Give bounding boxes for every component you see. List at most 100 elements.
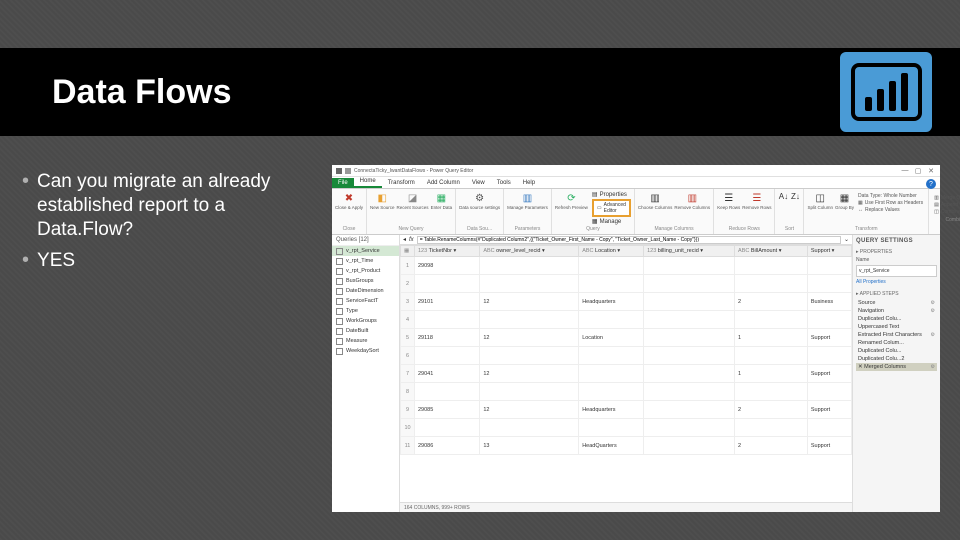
cell[interactable] [480, 347, 579, 365]
cell[interactable]: 1 [735, 329, 808, 347]
cell[interactable] [415, 347, 480, 365]
cell[interactable] [644, 437, 735, 455]
applied-step[interactable]: Duplicated Colu... [856, 347, 937, 355]
cell[interactable]: 2 [735, 293, 808, 311]
cell[interactable] [644, 347, 735, 365]
replace-values-button[interactable]: ↔Replace Values [858, 207, 923, 213]
column-header[interactable]: ABC owner_level_recid ▾ [480, 246, 579, 257]
group-by-button[interactable]: ▦Group By [835, 191, 854, 211]
query-item[interactable]: WorkGroups [332, 316, 399, 326]
sort-asc-button[interactable]: A↓ [778, 191, 788, 201]
applied-step[interactable]: Duplicated Colu... [856, 315, 937, 323]
save-icon[interactable] [345, 168, 351, 174]
cell[interactable] [735, 311, 808, 329]
cell[interactable]: Headquarters [579, 293, 644, 311]
all-properties-link[interactable]: All Properties [856, 279, 937, 285]
applied-step[interactable]: Duplicated Colu...2 [856, 355, 937, 363]
table-row[interactable]: 4 [401, 311, 852, 329]
cell[interactable] [415, 275, 480, 293]
applied-step[interactable]: ✕ Merged Columns⚙ [856, 363, 937, 371]
cell[interactable]: Support [807, 365, 851, 383]
applied-step[interactable]: Renamed Colum... [856, 339, 937, 347]
cell[interactable] [644, 383, 735, 401]
cell[interactable] [579, 365, 644, 383]
cell[interactable] [644, 329, 735, 347]
cell[interactable] [480, 311, 579, 329]
help-button[interactable]: ? [926, 179, 936, 189]
cell[interactable]: Support [807, 437, 851, 455]
combine-files-button[interactable]: ◫Combine Files [934, 209, 960, 215]
cell[interactable]: 12 [480, 401, 579, 419]
append-queries-button[interactable]: ▤Append Queries [934, 202, 960, 208]
cell[interactable] [807, 257, 851, 275]
table-row[interactable]: 52911812Location1Support [401, 329, 852, 347]
cell[interactable]: 12 [480, 365, 579, 383]
query-item[interactable]: BusGroups [332, 276, 399, 286]
gear-icon[interactable]: ⚙ [931, 300, 935, 306]
cell[interactable]: 2 [735, 437, 808, 455]
query-item[interactable]: v_rpt_Service [332, 246, 399, 256]
close-button[interactable]: ✕ [926, 167, 936, 175]
merge-queries-button[interactable]: ▥Merge Queries [934, 195, 960, 201]
cell[interactable]: 29098 [415, 257, 480, 275]
applied-step[interactable]: Navigation⚙ [856, 307, 937, 315]
cell[interactable]: Headquarters [579, 401, 644, 419]
applied-step[interactable]: Uppercased Text [856, 323, 937, 331]
cell[interactable]: Location [579, 329, 644, 347]
close-apply-button[interactable]: ✖Close & Apply [335, 191, 363, 211]
cell[interactable] [480, 275, 579, 293]
cell[interactable] [735, 347, 808, 365]
cell[interactable] [735, 383, 808, 401]
refresh-preview-button[interactable]: ⟳Refresh Preview [555, 191, 588, 211]
tools-tab[interactable]: Tools [491, 178, 517, 188]
gear-icon[interactable]: ⚙ [931, 364, 935, 370]
remove-rows-button[interactable]: ☰Remove Rows [742, 191, 771, 211]
cell[interactable] [415, 383, 480, 401]
home-tab[interactable]: Home [354, 176, 382, 188]
datatype-dropdown[interactable]: Data Type: Whole Number [858, 193, 923, 199]
cell[interactable] [807, 311, 851, 329]
collapse-icon[interactable]: ◂ [403, 236, 406, 243]
transform-tab[interactable]: Transform [382, 178, 421, 188]
query-name-input[interactable]: v_rpt_Service [856, 265, 937, 277]
table-row[interactable]: 10 [401, 419, 852, 437]
table-row[interactable]: 6 [401, 347, 852, 365]
cell[interactable]: Support [807, 401, 851, 419]
cell[interactable] [579, 419, 644, 437]
cell[interactable]: 29085 [415, 401, 480, 419]
column-header[interactable]: ABC BillAmount ▾ [735, 246, 808, 257]
cell[interactable]: 29086 [415, 437, 480, 455]
choose-columns-button[interactable]: ▥Choose Columns [638, 191, 673, 211]
table-row[interactable]: 92908512Headquarters2Support [401, 401, 852, 419]
table-row[interactable]: 2 [401, 275, 852, 293]
cell[interactable]: 29118 [415, 329, 480, 347]
cell[interactable] [480, 419, 579, 437]
cell[interactable] [579, 275, 644, 293]
cell[interactable] [644, 311, 735, 329]
first-row-headers-button[interactable]: ▦Use First Row as Headers [858, 200, 923, 206]
remove-columns-button[interactable]: ▥Remove Columns [674, 191, 710, 211]
help-tab[interactable]: Help [517, 178, 541, 188]
cell[interactable] [644, 293, 735, 311]
cell[interactable]: 13 [480, 437, 579, 455]
cell[interactable] [735, 419, 808, 437]
new-source-button[interactable]: ◧New Source [370, 191, 395, 211]
manage-parameters-button[interactable]: ▥Manage Parameters [507, 191, 548, 211]
cell[interactable] [807, 383, 851, 401]
table-row[interactable]: 8 [401, 383, 852, 401]
query-item[interactable]: Measure [332, 336, 399, 346]
cell[interactable] [807, 275, 851, 293]
cell[interactable] [644, 401, 735, 419]
manage-button[interactable]: ▦Manage [592, 218, 631, 225]
cell[interactable] [807, 347, 851, 365]
cell[interactable] [415, 419, 480, 437]
query-item[interactable]: DateDimension [332, 286, 399, 296]
cell[interactable] [735, 257, 808, 275]
cell[interactable] [480, 257, 579, 275]
view-tab[interactable]: View [466, 178, 491, 188]
cell[interactable] [644, 419, 735, 437]
column-header[interactable]: ABC Location ▾ [579, 246, 644, 257]
gear-icon[interactable]: ⚙ [931, 308, 935, 314]
cell[interactable]: 2 [735, 401, 808, 419]
cell[interactable]: HeadQuarters [579, 437, 644, 455]
